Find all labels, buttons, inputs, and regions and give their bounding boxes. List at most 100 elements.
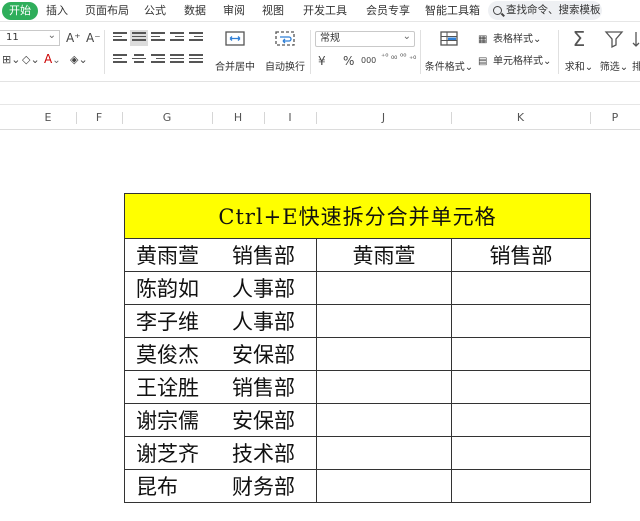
column-header-p[interactable]: P: [590, 106, 640, 130]
distributed-align-icon[interactable]: [189, 54, 203, 66]
dept-cell[interactable]: [451, 436, 591, 470]
table-row: 谢芝齐 技术部: [124, 436, 591, 470]
combined-cell[interactable]: 莫俊杰 安保部: [124, 337, 317, 371]
dept-cell[interactable]: [451, 469, 591, 503]
align-left-icon[interactable]: [113, 54, 127, 66]
align-right-icon[interactable]: [151, 54, 165, 66]
shrink-font-button[interactable]: A⁻: [86, 31, 101, 45]
tab-home[interactable]: 开始: [2, 2, 38, 20]
filter-button[interactable]: 筛选⌄: [598, 28, 630, 74]
name-cell[interactable]: [316, 271, 452, 305]
dept-cell[interactable]: [451, 403, 591, 437]
column-header-f[interactable]: F: [76, 106, 122, 130]
name-cell[interactable]: 黄雨萱: [316, 238, 452, 272]
command-search[interactable]: 查找命令、搜索模板: [488, 1, 602, 20]
dept-cell[interactable]: 销售部: [451, 238, 591, 272]
filter-label: 筛选⌄: [599, 62, 629, 73]
increase-decimal-button[interactable]: ⁺⁰ ₀₀: [381, 52, 397, 61]
table-title-cell[interactable]: Ctrl+E快速拆分合并单元格: [124, 193, 591, 239]
merge-center-label: 合并居中: [215, 62, 255, 73]
combined-cell[interactable]: 谢芝齐 技术部: [124, 436, 317, 470]
row-dept: 财务部: [232, 475, 295, 499]
clear-format-icon[interactable]: ◈⌄: [70, 53, 88, 67]
row-name: 谢宗儒: [136, 409, 199, 433]
fill-color-icon[interactable]: ◇⌄: [22, 53, 40, 67]
formula-bar[interactable]: [0, 83, 640, 105]
column-header-g[interactable]: G: [122, 106, 212, 130]
sort-button[interactable]: 排: [630, 28, 640, 74]
name-cell[interactable]: [316, 436, 452, 470]
tab-view[interactable]: 视图: [262, 3, 284, 19]
row-name: 昆布: [136, 475, 178, 499]
conditional-format-label: 条件格式⌄: [424, 62, 474, 73]
align-bottom-icon[interactable]: [151, 32, 165, 44]
combined-cell[interactable]: 昆布 财务部: [124, 469, 317, 503]
currency-format-button[interactable]: ¥: [318, 54, 326, 68]
table-row: 昆布 财务部: [124, 469, 591, 503]
dept-cell[interactable]: [451, 370, 591, 404]
tab-page-layout[interactable]: 页面布局: [85, 3, 129, 19]
align-justify-icon[interactable]: [170, 54, 184, 66]
merge-cells-icon: [224, 28, 246, 50]
table-style-button[interactable]: 表格样式⌄: [493, 34, 541, 46]
name-cell[interactable]: [316, 370, 452, 404]
sum-button[interactable]: Σ 求和⌄: [562, 28, 596, 74]
search-icon: [493, 6, 502, 15]
tab-data[interactable]: 数据: [184, 3, 206, 19]
number-format-select[interactable]: 常规: [315, 30, 415, 47]
font-color-icon[interactable]: A⌄: [44, 52, 61, 68]
combined-cell[interactable]: 黄雨萱 销售部: [124, 238, 317, 272]
merge-center-button[interactable]: 合并居中: [210, 28, 260, 74]
ribbon-separator: [310, 30, 311, 74]
row-name: 莫俊杰: [136, 343, 199, 367]
row-dept: 人事部: [232, 277, 295, 301]
combined-cell[interactable]: 李子维 人事部: [124, 304, 317, 338]
column-header-e[interactable]: E: [20, 106, 76, 130]
wrap-text-button[interactable]: 自动换行: [262, 28, 308, 74]
decrease-decimal-button[interactable]: ⁰⁰ ₊₀: [400, 52, 416, 61]
indent-decrease-icon[interactable]: [170, 32, 184, 44]
column-header-i[interactable]: I: [264, 106, 316, 130]
name-cell[interactable]: [316, 337, 452, 371]
name-cell[interactable]: [316, 403, 452, 437]
name-cell[interactable]: [316, 304, 452, 338]
row-dept: 人事部: [232, 310, 295, 334]
font-size-select[interactable]: 11: [0, 29, 60, 46]
column-header-j[interactable]: J: [316, 106, 451, 130]
combined-name: 黄雨萱: [136, 244, 199, 268]
combined-cell[interactable]: 王诠胜 销售部: [124, 370, 317, 404]
table-row: 王诠胜 销售部: [124, 370, 591, 404]
column-headers: E F G H I J K P: [0, 106, 640, 130]
cell-style-button[interactable]: 单元格样式⌄: [493, 56, 551, 68]
align-top-icon[interactable]: [113, 32, 127, 44]
conditional-format-button[interactable]: 条件格式⌄: [424, 28, 474, 74]
name-cell[interactable]: [316, 469, 452, 503]
sigma-icon: Σ: [572, 27, 586, 51]
align-middle-icon[interactable]: [130, 30, 148, 46]
dept-cell[interactable]: [451, 337, 591, 371]
cell-style-icon: ▤: [478, 56, 488, 67]
dept-cell[interactable]: [451, 271, 591, 305]
tab-review[interactable]: 审阅: [223, 3, 245, 19]
combined-cell[interactable]: 谢宗儒 安保部: [124, 403, 317, 437]
border-icon[interactable]: ⊞⌄: [2, 53, 20, 67]
column-header-h[interactable]: H: [212, 106, 264, 130]
thousands-separator-button[interactable]: 000: [361, 54, 376, 68]
combined-cell[interactable]: 陈韵如 人事部: [124, 271, 317, 305]
table-row: 黄雨萱 销售部 黄雨萱 销售部: [124, 238, 591, 272]
dept-cell[interactable]: [451, 304, 591, 338]
row-dept: 安保部: [232, 409, 295, 433]
tab-smart-toolbox[interactable]: 智能工具箱: [425, 3, 480, 19]
ribbon-separator: [104, 30, 105, 74]
tab-formulas[interactable]: 公式: [144, 3, 166, 19]
table-row: 李子维 人事部: [124, 304, 591, 338]
align-center-icon[interactable]: [132, 54, 146, 66]
grow-font-button[interactable]: A⁺: [66, 31, 81, 45]
percent-format-button[interactable]: %: [343, 54, 354, 68]
column-header-k[interactable]: K: [451, 106, 590, 130]
row-name: 谢芝齐: [136, 442, 199, 466]
indent-increase-icon[interactable]: [189, 32, 203, 44]
tab-developer[interactable]: 开发工具: [303, 3, 347, 19]
tab-member[interactable]: 会员专享: [366, 3, 410, 19]
tab-insert[interactable]: 插入: [46, 3, 68, 19]
